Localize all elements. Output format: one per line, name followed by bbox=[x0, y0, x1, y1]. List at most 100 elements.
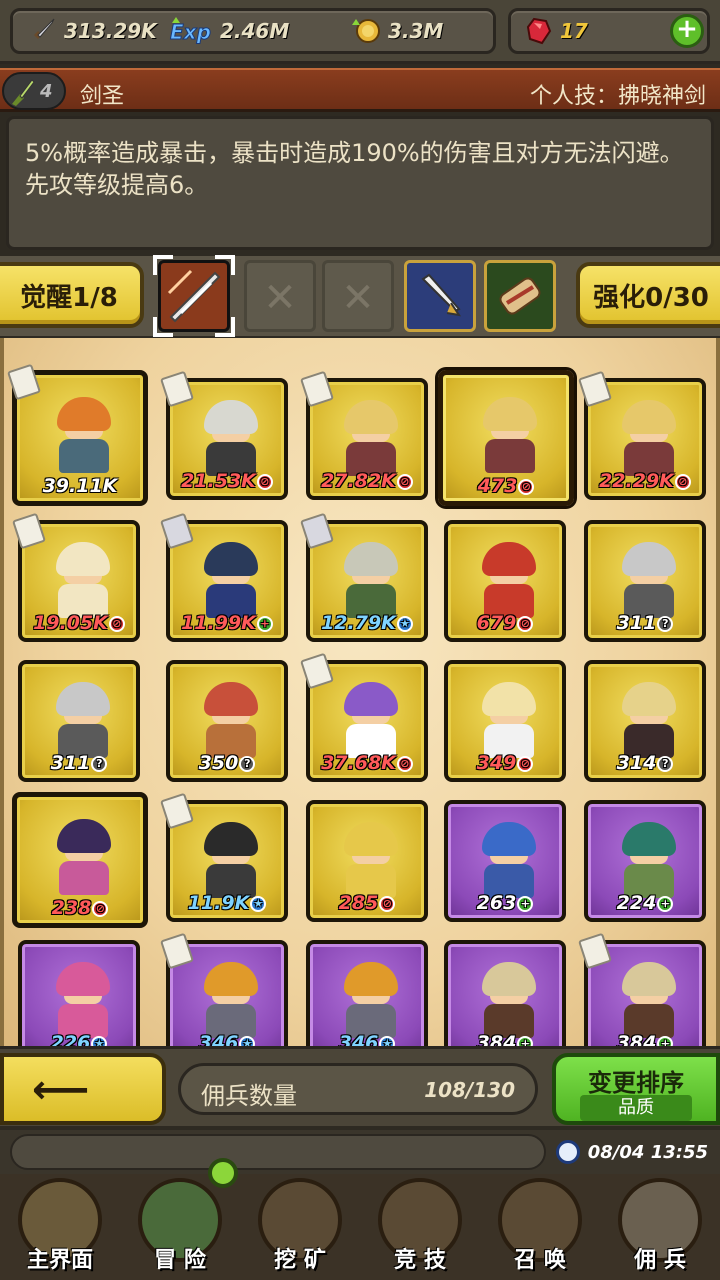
mercenary-portrait bbox=[338, 822, 404, 898]
star-element-icon: ★ bbox=[250, 895, 267, 912]
power-value: 473 bbox=[477, 475, 518, 497]
mercenary-card[interactable]: 21.53K ⊘ bbox=[160, 370, 288, 500]
mercenary-card[interactable]: 226 ★ bbox=[18, 940, 140, 1048]
mercenary-card[interactable]: 22.29K ⊘ bbox=[578, 370, 706, 500]
unknown-element-icon: ? bbox=[657, 755, 674, 772]
unknown-element-icon: ? bbox=[91, 755, 108, 772]
resource-bar: 313.29K Exp 2.46M 3.3M 17 + bbox=[0, 0, 720, 64]
mercenary-card[interactable]: 37.68K ⊘ bbox=[300, 652, 428, 782]
note-tag-icon bbox=[12, 512, 46, 550]
scroll-icon bbox=[499, 277, 541, 315]
power-value: 349 bbox=[476, 752, 517, 774]
mercenary-portrait bbox=[338, 962, 404, 1038]
mercenary-card[interactable]: 224 + bbox=[584, 800, 706, 922]
mercenary-card[interactable]: 346 ★ bbox=[160, 932, 288, 1048]
equipment-scroll-slot[interactable] bbox=[484, 260, 556, 332]
add-gems-button[interactable]: + bbox=[670, 14, 704, 48]
mercenary-card[interactable]: 679 ⊘ bbox=[444, 520, 566, 642]
note-tag-icon bbox=[578, 370, 612, 408]
gold-resource: 3.3M bbox=[350, 14, 443, 48]
sort-button[interactable]: 变更排序 品质 bbox=[552, 1053, 720, 1125]
mercenary-count: 佣兵数量 108/130 bbox=[178, 1063, 538, 1115]
note-tag-icon bbox=[300, 652, 334, 690]
awaken-slot-active[interactable] bbox=[153, 255, 235, 337]
power-value: 21.53K bbox=[181, 470, 256, 492]
mercenary-portrait bbox=[616, 542, 682, 618]
mercenary-portrait bbox=[616, 400, 682, 476]
clock-text: 08/04 13:55 bbox=[587, 1141, 708, 1163]
mercenary-card[interactable]: 263 + bbox=[444, 800, 566, 922]
mercenary-card[interactable]: 12.79K ★ bbox=[300, 512, 428, 642]
awaken-button[interactable]: 觉醒1/8 bbox=[0, 262, 144, 328]
mercenary-power: 37.68K ⊘ bbox=[310, 752, 424, 774]
fire-element-icon: ⊘ bbox=[379, 895, 396, 912]
mercenary-card[interactable]: 384 + bbox=[444, 940, 566, 1048]
note-tag-icon bbox=[300, 370, 334, 408]
skill-level-badge: 4 bbox=[2, 72, 66, 110]
star-element-icon: ★ bbox=[396, 615, 413, 632]
sort-mode: 品质 bbox=[580, 1095, 692, 1121]
nav-pickaxe[interactable]: 挖 矿 bbox=[240, 1174, 360, 1280]
mercenary-card[interactable]: 27.82K ⊘ bbox=[300, 370, 428, 500]
enhance-button[interactable]: 强化0/30 bbox=[576, 262, 720, 328]
mercenary-power: 22.29K ⊘ bbox=[588, 470, 702, 492]
mercenary-card[interactable]: 39.11K bbox=[7, 363, 148, 506]
power-value: 285 bbox=[338, 892, 379, 914]
mercenary-card[interactable]: 19.05K ⊘ bbox=[12, 512, 140, 642]
nav-island[interactable]: 冒 险 bbox=[120, 1158, 240, 1280]
mercenary-card[interactable]: 311? bbox=[18, 660, 140, 782]
heal-element-icon: + bbox=[256, 615, 273, 632]
nav-label: 主界面 bbox=[26, 1248, 93, 1273]
mercenary-power: 349 ⊘ bbox=[448, 752, 562, 774]
bottom-controls: ⟵ 佣兵数量 108/130 变更排序 品质 bbox=[0, 1046, 720, 1126]
x-icon: ✕ bbox=[263, 275, 297, 321]
nav-summon-scroll[interactable]: 召 唤 bbox=[480, 1174, 600, 1280]
fire-element-icon: ⊘ bbox=[108, 615, 125, 632]
fire-element-icon: ⊘ bbox=[517, 615, 534, 632]
mercenary-portrait bbox=[198, 682, 264, 758]
nav-crossed-swords[interactable]: 竞 技 bbox=[360, 1174, 480, 1280]
nav-label: 佣 兵 bbox=[634, 1248, 686, 1273]
mercenary-portrait bbox=[50, 542, 116, 618]
nav-tent[interactable]: 佣 兵 bbox=[600, 1174, 720, 1280]
mercenary-card[interactable]: 311? bbox=[584, 520, 706, 642]
skill-name: 剑圣 bbox=[80, 84, 125, 109]
mercenary-grid[interactable]: 39.11K 21.53K ⊘ 27.82K ⊘ 473 ⊘ 22.29K ⊘ 19.05K ⊘ 11… bbox=[0, 338, 720, 1048]
exp-resource: Exp 2.46M bbox=[168, 14, 289, 48]
mercenary-portrait bbox=[51, 819, 117, 895]
mercenary-power: 311? bbox=[588, 612, 702, 634]
gem-resource: 17 bbox=[522, 14, 588, 48]
mercenary-card[interactable]: 285 ⊘ bbox=[306, 800, 428, 922]
skill-level: 4 bbox=[40, 81, 53, 102]
ruby-icon bbox=[526, 17, 552, 45]
weapon-tag-icon bbox=[300, 512, 334, 550]
awaken-slot-empty[interactable]: ✕ bbox=[244, 260, 316, 332]
mercenary-portrait bbox=[338, 400, 404, 476]
mercenary-card[interactable]: 346 ★ bbox=[306, 940, 428, 1048]
chat-bar[interactable] bbox=[10, 1134, 546, 1170]
mercenary-portrait bbox=[50, 682, 116, 758]
nav-label: 竞 技 bbox=[394, 1248, 446, 1273]
mercenary-card[interactable]: 11.9K ★ bbox=[160, 792, 288, 922]
power-value: 39.11K bbox=[42, 475, 118, 497]
power-value: 238 bbox=[51, 897, 92, 919]
mercenary-portrait bbox=[616, 822, 682, 898]
mercenary-portrait bbox=[338, 682, 404, 758]
clock-icon bbox=[555, 1140, 580, 1164]
equipment-sword-slot[interactable] bbox=[404, 260, 476, 332]
mercenary-portrait bbox=[198, 400, 264, 476]
mercenary-card[interactable]: 473 ⊘ bbox=[438, 370, 574, 506]
mercenary-power: 314? bbox=[588, 752, 702, 774]
awaken-slot-empty[interactable]: ✕ bbox=[322, 260, 394, 332]
back-button[interactable]: ⟵ bbox=[0, 1053, 166, 1125]
mercenary-card[interactable]: 350? bbox=[166, 660, 288, 782]
mercenary-card[interactable]: 384 + bbox=[578, 932, 706, 1048]
nav-map-scroll[interactable]: 主界面 bbox=[0, 1174, 120, 1280]
mercenary-card[interactable]: 349 ⊘ bbox=[444, 660, 566, 782]
mercenary-power: 11.99K + bbox=[170, 612, 284, 634]
mercenary-power: 311? bbox=[22, 752, 136, 774]
heal-element-icon: + bbox=[657, 895, 674, 912]
mercenary-card[interactable]: 11.99K + bbox=[160, 512, 288, 642]
mercenary-card[interactable]: 238 ⊘ bbox=[12, 792, 148, 928]
mercenary-card[interactable]: 314? bbox=[584, 660, 706, 782]
